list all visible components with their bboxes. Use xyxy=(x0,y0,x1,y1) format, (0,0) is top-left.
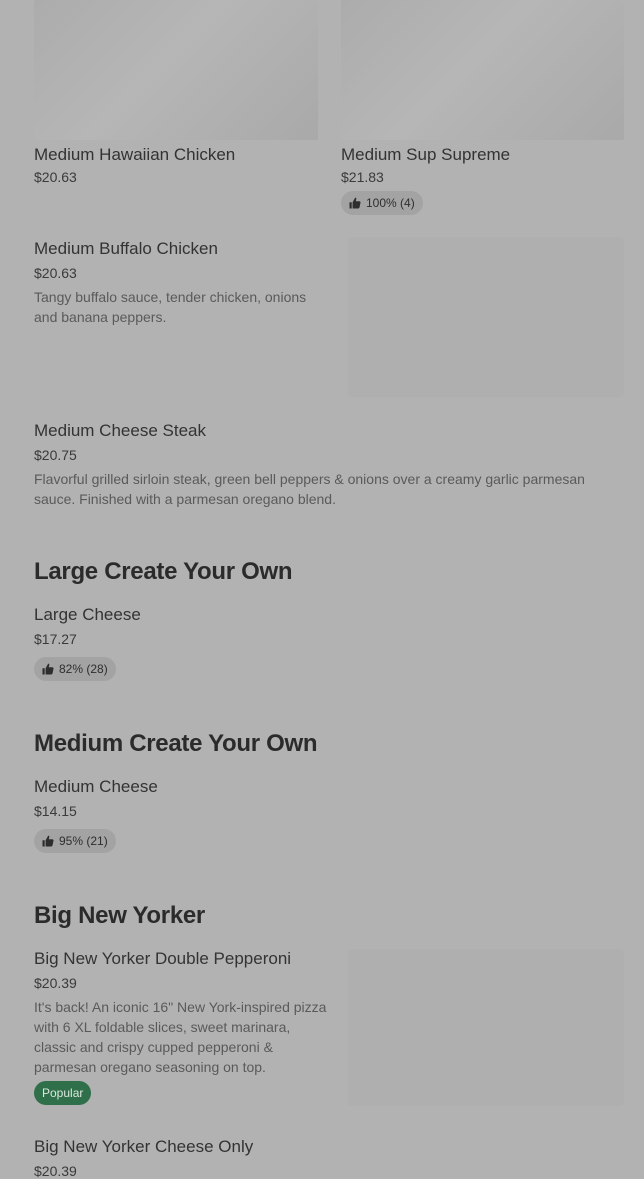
item-name[interactable]: Big New Yorker Double Pepperoni xyxy=(34,949,291,969)
item-description: Flavorful grilled sirloin steak, green b… xyxy=(34,471,585,507)
rating-pill: 82% (28) xyxy=(34,657,116,681)
item-price: $20.39 xyxy=(34,975,77,991)
item-price: $20.75 xyxy=(34,447,77,463)
item-name[interactable]: Large Cheese xyxy=(34,605,141,625)
rating-text: 82% (28) xyxy=(59,662,108,676)
item-name[interactable]: Medium Sup Supreme xyxy=(341,145,510,165)
item-price: $20.39 xyxy=(34,1163,77,1179)
item-name[interactable]: Medium Cheese Steak xyxy=(34,421,206,441)
item-description: Tangy buffalo sauce, tender chicken, oni… xyxy=(34,289,307,325)
rating-text: 95% (21) xyxy=(59,834,108,848)
thumbs-up-icon xyxy=(42,835,54,847)
item-image-supreme[interactable] xyxy=(341,0,624,140)
item-name[interactable]: Medium Hawaiian Chicken xyxy=(34,145,235,165)
popular-badge: Popular xyxy=(34,1081,92,1105)
section-title: Medium Create Your Own xyxy=(34,730,318,757)
item-name[interactable]: Medium Cheese xyxy=(34,777,158,797)
item-image-bny-pepperoni[interactable] xyxy=(348,949,624,1106)
section-title: Big New Yorker xyxy=(34,902,205,929)
thumbs-up-icon xyxy=(42,663,54,675)
item-price: $20.63 xyxy=(34,169,77,185)
rating-text: 100% (4) xyxy=(366,196,415,210)
item-price: $20.63 xyxy=(34,265,77,281)
item-price: $21.83 xyxy=(341,169,384,185)
thumbs-up-icon xyxy=(349,197,361,209)
item-price: $14.15 xyxy=(34,803,77,819)
rating-pill: 95% (21) xyxy=(34,829,116,853)
item-description: It's back! An iconic 16" New York-inspir… xyxy=(34,999,327,1075)
section-title: Large Create Your Own xyxy=(34,558,293,585)
item-image-hawaiian[interactable] xyxy=(34,0,318,140)
item-name[interactable]: Big New Yorker Cheese Only xyxy=(34,1137,253,1157)
item-price: $17.27 xyxy=(34,631,77,647)
item-image-buffalo[interactable] xyxy=(348,237,624,397)
item-name[interactable]: Medium Buffalo Chicken xyxy=(34,239,218,259)
rating-pill: 100% (4) xyxy=(341,191,423,215)
